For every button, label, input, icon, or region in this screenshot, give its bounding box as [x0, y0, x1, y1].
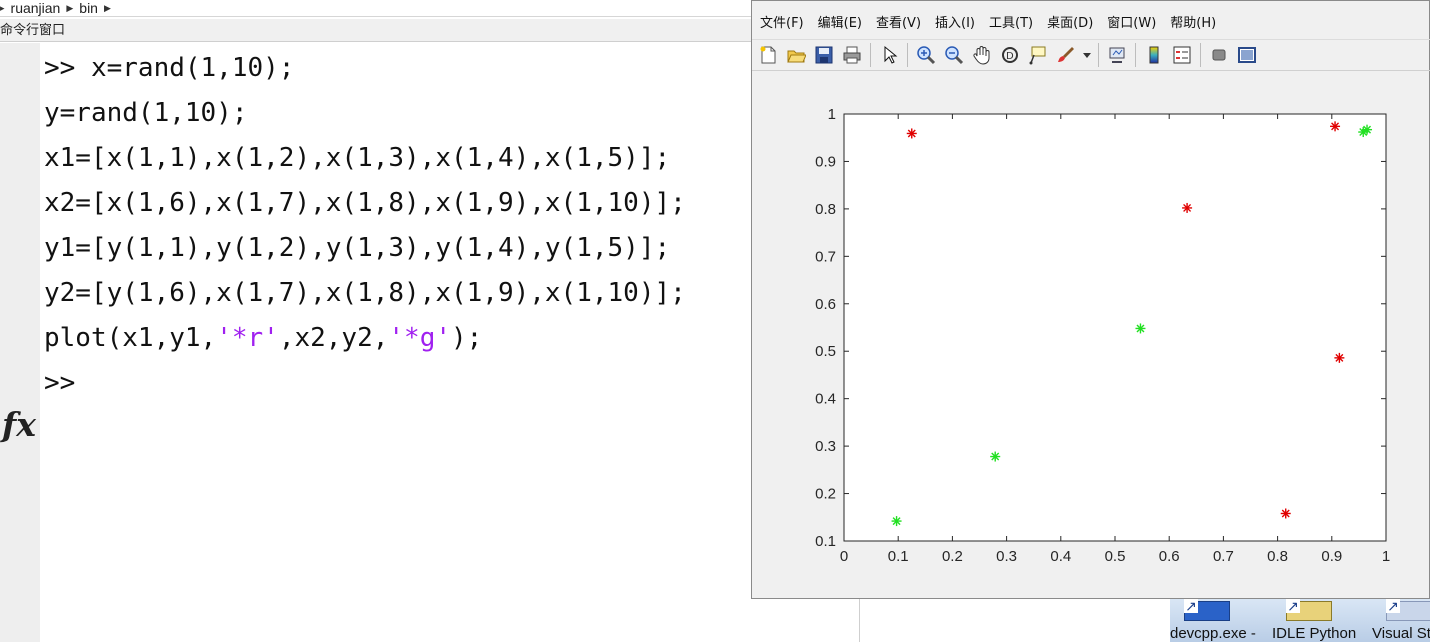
legend-icon[interactable]: [1170, 43, 1194, 67]
menu-edit[interactable]: 编辑(E): [818, 12, 868, 36]
brush-icon[interactable]: [1054, 43, 1078, 67]
x-tick-label: 0.7: [1213, 548, 1234, 565]
toolbar-separator: [1098, 43, 1099, 67]
menu-insert[interactable]: 插入(I): [935, 12, 981, 36]
menu-tools[interactable]: 工具(T): [989, 12, 1039, 36]
menu-help[interactable]: 帮助(H): [1170, 12, 1222, 36]
x-tick-label: 0.4: [1050, 548, 1071, 565]
chevron-down-icon[interactable]: [1082, 43, 1092, 67]
data-cursor-icon[interactable]: [1026, 43, 1050, 67]
toolbar-separator: [1135, 43, 1136, 67]
zoom-in-icon[interactable]: [914, 43, 938, 67]
print-icon[interactable]: [840, 43, 864, 67]
shortcut-arrow-icon: ↗: [1286, 598, 1300, 614]
command-window[interactable]: >> x=rand(1,10); y=rand(1,10); x1=[x(1,1…: [40, 43, 860, 642]
menu-view[interactable]: 查看(V): [876, 12, 927, 36]
breadcrumb-arrow-icon: ▸: [0, 2, 5, 13]
taskbar-item-label: IDLE Python: [1272, 625, 1357, 642]
x-tick-label: 0.1: [888, 548, 909, 565]
taskbar: ↗ devcpp.exe - ↗ IDLE Python ↗ Visual St: [1170, 598, 1430, 642]
shortcut-arrow-icon: ↗: [1386, 598, 1400, 614]
toolbar-separator: [907, 43, 908, 67]
command-window-title: 命令行窗口: [0, 19, 860, 42]
menu-desktop[interactable]: 桌面(D): [1047, 12, 1099, 36]
y-tick-label: 0.9: [815, 153, 836, 170]
toolbar-separator: [1200, 43, 1201, 67]
y-tick-label: 0.1: [815, 533, 836, 550]
y-tick-label: 0.2: [815, 486, 836, 503]
x-tick-label: 0.6: [1159, 548, 1180, 565]
command-line: x1=[x(1,1),x(1,2),x(1,3),x(1,4),x(1,5)];: [44, 143, 671, 173]
breadcrumb-item-ruanjian[interactable]: ruanjian: [11, 0, 61, 16]
scatter-chart[interactable]: 0 0.1 0.2 0.3 0.4 0.5 0.6 0.7 0.8 0.9 10.10.20.30.…: [752, 73, 1429, 598]
command-line: y1=[y(1,1),y(1,2),y(1,3),y(1,4),y(1,5)];: [44, 233, 671, 263]
scatter-point: [1280, 508, 1291, 519]
breadcrumb-item-bin[interactable]: bin: [79, 0, 98, 16]
y-tick-label: 0.3: [815, 438, 836, 455]
figure-menubar: 文件(F) 编辑(E) 查看(V) 插入(I) 工具(T) 桌面(D) 窗口(W…: [752, 12, 1430, 36]
x-tick-label: 0: [840, 548, 848, 565]
command-line-plot: plot(x1,y1,'*r',x2,y2,'*g');: [44, 323, 482, 353]
open-file-icon[interactable]: [784, 43, 808, 67]
command-line: >> x=rand(1,10);: [44, 53, 295, 83]
x-tick-label: 0.8: [1267, 548, 1288, 565]
function-browser-icon[interactable]: fx: [2, 405, 36, 444]
figure-toolbar: D: [752, 39, 1430, 71]
string-literal: '*g': [388, 323, 452, 353]
scatter-point: [1135, 323, 1146, 334]
taskbar-item-visual-studio[interactable]: ↗ Visual St: [1372, 599, 1430, 642]
x-tick-label: 0.3: [996, 548, 1017, 565]
y-tick-label: 0.5: [815, 343, 836, 360]
command-line: y2=[y(1,6),x(1,7),x(1,8),x(1,9),x(1,10)]…: [44, 278, 686, 308]
command-line: x2=[x(1,6),x(1,7),x(1,8),x(1,9),x(1,10)]…: [44, 188, 686, 218]
x-tick-label: 0.2: [942, 548, 963, 565]
y-tick-label: 1: [828, 106, 836, 123]
code-segment: plot(x1,y1,: [44, 323, 217, 353]
breadcrumb-arrow-icon[interactable]: ▶: [104, 3, 111, 14]
link-plot-icon[interactable]: [1105, 43, 1129, 67]
command-prompt[interactable]: >>: [44, 368, 75, 398]
toolbar-separator: [870, 43, 871, 67]
hide-tools-icon[interactable]: [1207, 43, 1231, 67]
plot-area[interactable]: 0 0.1 0.2 0.3 0.4 0.5 0.6 0.7 0.8 0.9 1 0.1 0.2 0.3 0.…: [752, 73, 1429, 598]
breadcrumb: ▸ ruanjian ▶ bin ▶: [0, 0, 860, 17]
svg-text:D: D: [1006, 51, 1014, 62]
colorbar-icon[interactable]: [1142, 43, 1166, 67]
command-line: y=rand(1,10);: [44, 98, 248, 128]
pan-hand-icon[interactable]: [970, 43, 994, 67]
taskbar-item-devcpp[interactable]: ↗ devcpp.exe -: [1170, 599, 1258, 642]
shortcut-arrow-icon: ↗: [1184, 598, 1198, 614]
show-tools-icon[interactable]: [1235, 43, 1259, 67]
code-segment: ,x2,y2,: [278, 323, 389, 353]
y-tick-label: 0.8: [815, 201, 836, 218]
x-tick-label: 0.9: [1321, 548, 1342, 565]
x-tick-label: 1: [1382, 548, 1390, 565]
save-icon[interactable]: [812, 43, 836, 67]
taskbar-item-idle[interactable]: ↗ IDLE Python: [1272, 599, 1360, 642]
figure-window[interactable]: 文件(F) 编辑(E) 查看(V) 插入(I) 工具(T) 桌面(D) 窗口(W…: [751, 0, 1430, 599]
string-literal: '*r': [216, 323, 279, 353]
menu-window[interactable]: 窗口(W): [1107, 12, 1162, 36]
new-figure-icon[interactable]: [756, 43, 780, 67]
menu-file[interactable]: 文件(F): [760, 12, 810, 36]
zoom-out-icon[interactable]: [942, 43, 966, 67]
taskbar-item-label: devcpp.exe -: [1170, 625, 1256, 642]
rotate-3d-icon[interactable]: D: [998, 43, 1022, 67]
y-tick-label: 0.6: [815, 296, 836, 313]
breadcrumb-arrow-icon[interactable]: ▶: [66, 3, 73, 14]
axes-box[interactable]: [843, 113, 1387, 542]
y-tick-label: 0.4: [815, 391, 836, 408]
scatter-point: [1330, 121, 1341, 132]
y-tick-label: 0.7: [815, 248, 836, 265]
pointer-icon[interactable]: [877, 43, 901, 67]
taskbar-item-label: Visual St: [1372, 625, 1430, 642]
x-tick-label: 0.5: [1105, 548, 1126, 565]
code-segment: );: [451, 323, 483, 353]
command-window-gutter: fx: [0, 43, 40, 642]
